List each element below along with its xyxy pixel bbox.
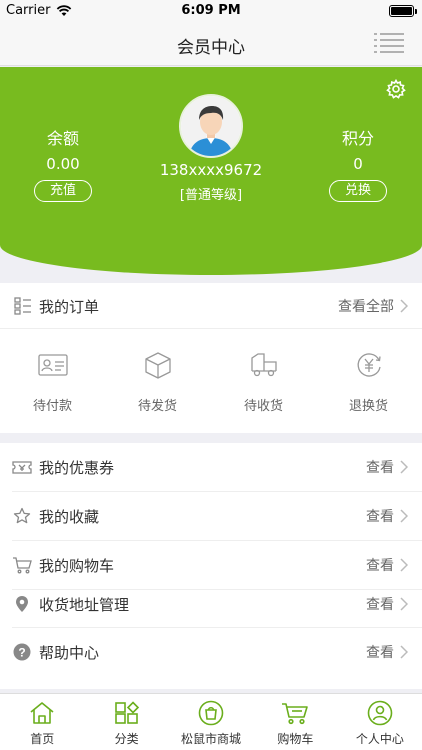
points-block: 积分 0 兑换 [313,125,403,202]
list-menu-icon[interactable] [374,32,404,58]
status-bar: Carrier 6:09 PM [0,0,422,22]
tab-label: 首页 [30,732,55,746]
mall-bag-icon [169,699,253,727]
view-all-label: 查看全部 [338,299,394,315]
order-list-icon [14,297,32,319]
star-icon [12,506,32,526]
tab-label: 个人中心 [355,732,404,746]
payment-card-icon [0,349,105,381]
view-label: 查看 [366,597,394,613]
menu-item-label: 收货地址管理 [39,596,130,614]
tab-label: 分类 [114,732,139,746]
chevron-right-icon [400,460,408,474]
package-box-icon [105,349,210,381]
order-status-pending-payment[interactable]: 待付款 [0,349,105,414]
orders-title: 我的订单 [39,298,100,316]
order-status-label: 待收货 [243,399,283,414]
chevron-right-icon [400,645,408,659]
view-link[interactable]: 查看 [366,457,408,477]
category-icon [84,699,168,727]
help-icon: ? [12,642,32,662]
location-pin-icon [12,594,32,614]
account-menu-list: 我的优惠券 查看 我的收藏 查看 我的购物车 查看 收货地址管理 查看 ? 帮助… [0,443,422,689]
view-label: 查看 [366,460,394,476]
nav-bar: 会员中心 [0,22,422,66]
delivery-truck-icon [211,349,316,381]
chevron-right-icon [400,299,408,313]
chevron-right-icon [400,558,408,572]
balance-label: 余额 [46,129,79,148]
order-status-label: 待付款 [32,399,72,414]
view-label: 查看 [366,645,394,661]
chevron-right-icon [400,597,408,611]
home-icon [0,699,84,727]
menu-item-address[interactable]: 收货地址管理 查看 [12,590,422,628]
tab-profile[interactable]: 个人中心 [338,694,422,750]
view-link[interactable]: 查看 [366,555,408,575]
tab-cart[interactable]: 购物车 [253,694,337,750]
cart-icon [253,699,337,727]
cart-icon [12,555,32,575]
status-time: 6:09 PM [181,3,241,18]
menu-item-label: 我的收藏 [39,508,100,526]
tab-category[interactable]: 分类 [84,694,168,750]
menu-item-label: 我的优惠券 [39,459,115,477]
battery-icon [389,5,417,17]
gear-icon[interactable] [386,78,406,103]
menu-item-label: 帮助中心 [39,644,100,662]
avatar[interactable] [179,94,243,158]
orders-section: 我的订单 查看全部 待付款 待发货 待收货 退换货 [0,283,422,433]
view-label: 查看 [366,509,394,525]
tab-home[interactable]: 首页 [0,694,84,750]
view-all-orders-link[interactable]: 查看全部 [338,296,408,316]
refund-yen-icon [316,349,421,381]
points-label: 积分 [341,129,374,148]
svg-text:?: ? [18,646,25,660]
tab-label: 松鼠市商城 [181,732,242,746]
profile-header: 余额 0.00 充值 138xxxx9672 [普通等级] 积分 0 兑换 [0,67,422,275]
redeem-button[interactable]: 兑换 [329,180,387,202]
menu-item-coupons[interactable]: 我的优惠券 查看 [12,443,422,492]
order-status-returns[interactable]: 退换货 [316,349,421,414]
menu-item-help[interactable]: ? 帮助中心 查看 [12,628,422,677]
user-icon [338,699,422,727]
orders-header[interactable]: 我的订单 查看全部 [0,283,422,329]
menu-item-favorites[interactable]: 我的收藏 查看 [12,492,422,541]
points-value: 0 [353,155,363,173]
order-status-pending-shipment[interactable]: 待发货 [105,349,210,414]
order-status-label: 退换货 [348,399,388,414]
chevron-right-icon [400,509,408,523]
order-status-label: 待发货 [137,399,177,414]
page-title: 会员中心 [177,38,245,58]
view-link[interactable]: 查看 [366,506,408,526]
tab-label: 购物车 [277,732,314,746]
menu-item-label: 我的购物车 [39,557,115,575]
menu-item-cart[interactable]: 我的购物车 查看 [12,541,422,590]
order-status-pending-receipt[interactable]: 待收货 [211,349,316,414]
tab-bar: 首页 分类 松鼠市商城 购物车 个人中心 [0,693,422,750]
tab-mall[interactable]: 松鼠市商城 [169,694,253,750]
view-label: 查看 [366,558,394,574]
view-link[interactable]: 查看 [366,594,408,614]
coupon-icon [12,457,32,477]
view-link[interactable]: 查看 [366,642,408,662]
